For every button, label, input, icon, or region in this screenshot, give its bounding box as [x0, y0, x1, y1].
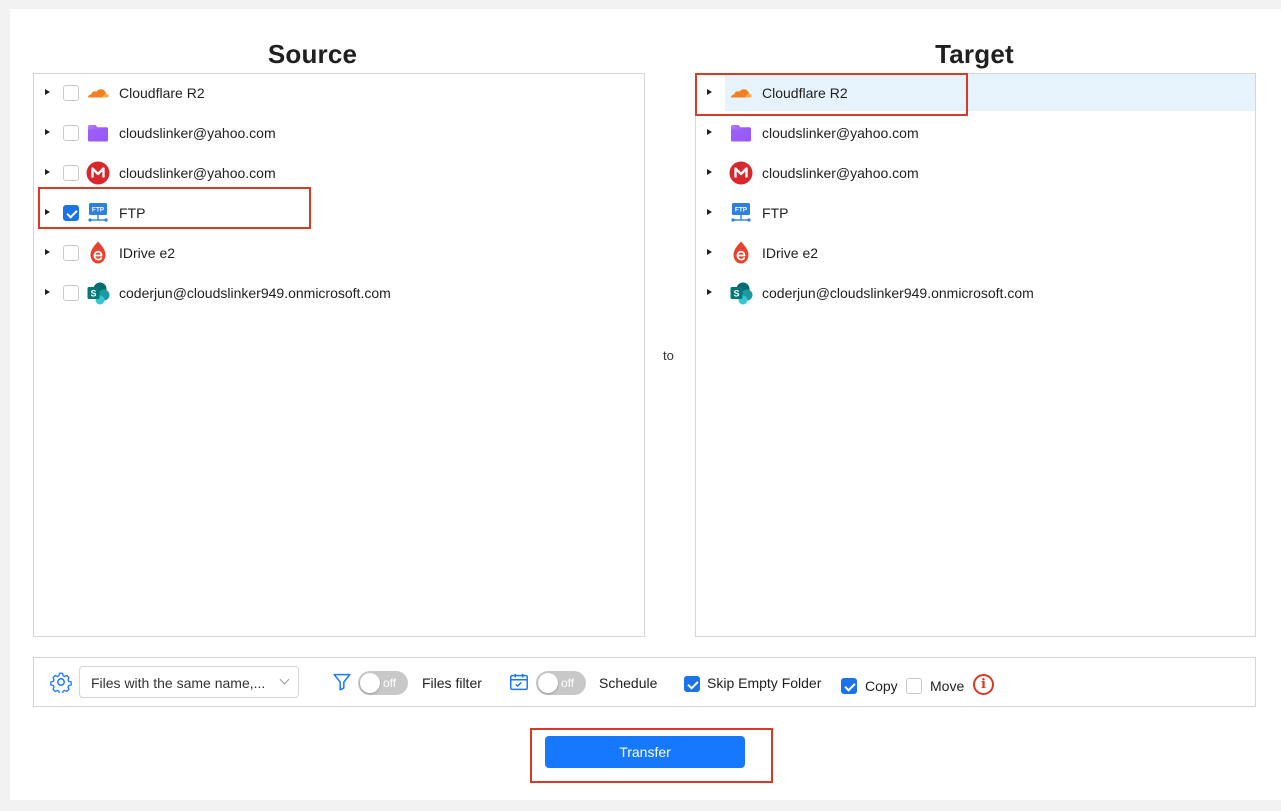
- skip-empty-folder-checkbox[interactable]: [684, 676, 700, 692]
- gear-icon[interactable]: [50, 671, 72, 693]
- copy-checkbox[interactable]: [841, 678, 857, 694]
- target-tree-item[interactable]: FTP FTP: [696, 194, 1255, 231]
- mega-icon: [728, 160, 754, 186]
- svg-text:FTP: FTP: [92, 207, 105, 214]
- mega-icon: [85, 160, 111, 186]
- transfer-button[interactable]: Transfer: [545, 736, 745, 768]
- ftp-icon: FTP: [85, 200, 111, 226]
- folder-purple-icon: [728, 120, 754, 146]
- source-item-label: coderjun@cloudslinker949.onmicrosoft.com: [119, 285, 391, 301]
- expand-caret-icon[interactable]: [707, 209, 712, 215]
- source-item-checkbox[interactable]: [63, 205, 79, 221]
- schedule-toggle-text: off: [561, 676, 575, 690]
- chevron-down-icon: [279, 674, 290, 685]
- files-filter-toggle-text: off: [383, 676, 397, 690]
- move-checkbox[interactable]: [906, 678, 922, 694]
- target-item-label: cloudslinker@yahoo.com: [762, 125, 919, 141]
- target-item-label: IDrive e2: [762, 245, 819, 261]
- move-label: Move: [930, 678, 965, 694]
- expand-caret-icon[interactable]: [707, 89, 712, 95]
- target-tree-item[interactable]: cloudslinker@yahoo.com: [696, 154, 1255, 191]
- target-item-label: coderjun@cloudslinker949.onmicrosoft.com: [762, 285, 1034, 301]
- source-item-checkbox[interactable]: [63, 245, 79, 261]
- source-item-label: cloudslinker@yahoo.com: [119, 125, 276, 141]
- svg-text:S: S: [733, 289, 739, 299]
- source-tree-item[interactable]: cloudslinker@yahoo.com: [34, 114, 644, 151]
- target-tree-item[interactable]: Cloudflare R2: [707, 74, 1255, 111]
- schedule-toggle[interactable]: off: [536, 671, 586, 695]
- target-tree-item[interactable]: Scoderjun@cloudslinker949.onmicrosoft.co…: [696, 274, 1255, 311]
- source-tree-panel: Cloudflare R2 cloudslinker@yahoo.com cloud…: [33, 73, 645, 637]
- copy-label: Copy: [865, 678, 898, 694]
- expand-caret-icon[interactable]: [45, 89, 50, 95]
- expand-caret-icon[interactable]: [707, 249, 712, 255]
- schedule-label: Schedule: [599, 675, 658, 691]
- source-tree-item[interactable]: FTP FTP: [34, 194, 644, 231]
- files-filter-toggle[interactable]: off: [358, 671, 408, 695]
- expand-caret-icon[interactable]: [707, 169, 712, 175]
- target-tree-item[interactable]: cloudslinker@yahoo.com: [696, 114, 1255, 151]
- source-item-label: Cloudflare R2: [119, 85, 205, 101]
- transfer-options-bar: Files with the same name,... off Files f…: [33, 657, 1256, 707]
- source-item-checkbox[interactable]: [63, 285, 79, 301]
- idrive-icon: [85, 240, 111, 266]
- info-icon[interactable]: i: [973, 674, 994, 695]
- folder-purple-icon: [85, 120, 111, 146]
- cloudflare-icon: [728, 80, 754, 106]
- toggle-knob: [360, 673, 380, 693]
- svg-text:S: S: [90, 289, 96, 299]
- target-item-label: FTP: [762, 205, 789, 221]
- to-label: to: [663, 348, 674, 363]
- sharepoint-icon: S: [728, 280, 754, 306]
- files-filter-label: Files filter: [422, 675, 482, 691]
- expand-caret-icon[interactable]: [45, 249, 50, 255]
- source-item-checkbox[interactable]: [63, 85, 79, 101]
- target-item-label: cloudslinker@yahoo.com: [762, 165, 919, 181]
- source-item-label: cloudslinker@yahoo.com: [119, 165, 276, 181]
- sharepoint-icon: S: [85, 280, 111, 306]
- ftp-icon: FTP: [728, 200, 754, 226]
- expand-caret-icon[interactable]: [45, 129, 50, 135]
- source-item-checkbox[interactable]: [63, 125, 79, 141]
- expand-caret-icon[interactable]: [707, 289, 712, 295]
- svg-text:FTP: FTP: [735, 207, 748, 214]
- source-tree-item[interactable]: Scoderjun@cloudslinker949.onmicrosoft.co…: [34, 274, 644, 311]
- filter-icon: [333, 673, 351, 691]
- idrive-icon: [728, 240, 754, 266]
- expand-caret-icon[interactable]: [707, 129, 712, 135]
- source-item-checkbox[interactable]: [63, 165, 79, 181]
- toggle-knob: [538, 673, 558, 693]
- schedule-calendar-icon: [510, 673, 528, 691]
- expand-caret-icon[interactable]: [45, 209, 50, 215]
- source-tree-item[interactable]: IDrive e2: [34, 234, 644, 271]
- target-tree-panel: Cloudflare R2 cloudslinker@yahoo.com cloud…: [695, 73, 1256, 637]
- source-tree-item[interactable]: Cloudflare R2: [34, 74, 644, 111]
- cloudflare-icon: [85, 80, 111, 106]
- target-tree-item[interactable]: IDrive e2: [696, 234, 1255, 271]
- expand-caret-icon[interactable]: [45, 169, 50, 175]
- target-heading: Target: [935, 39, 1014, 69]
- expand-caret-icon[interactable]: [45, 289, 50, 295]
- source-heading: Source: [267, 39, 358, 69]
- source-item-label: IDrive e2: [119, 245, 176, 261]
- conflict-select-value: Files with the same name,...: [91, 675, 266, 691]
- skip-empty-folder-label: Skip Empty Folder: [707, 675, 822, 691]
- same-name-conflict-select[interactable]: Files with the same name,...: [79, 666, 299, 698]
- target-item-label: Cloudflare R2: [762, 85, 848, 101]
- source-tree-item[interactable]: cloudslinker@yahoo.com: [34, 154, 644, 191]
- source-item-label: FTP: [119, 205, 146, 221]
